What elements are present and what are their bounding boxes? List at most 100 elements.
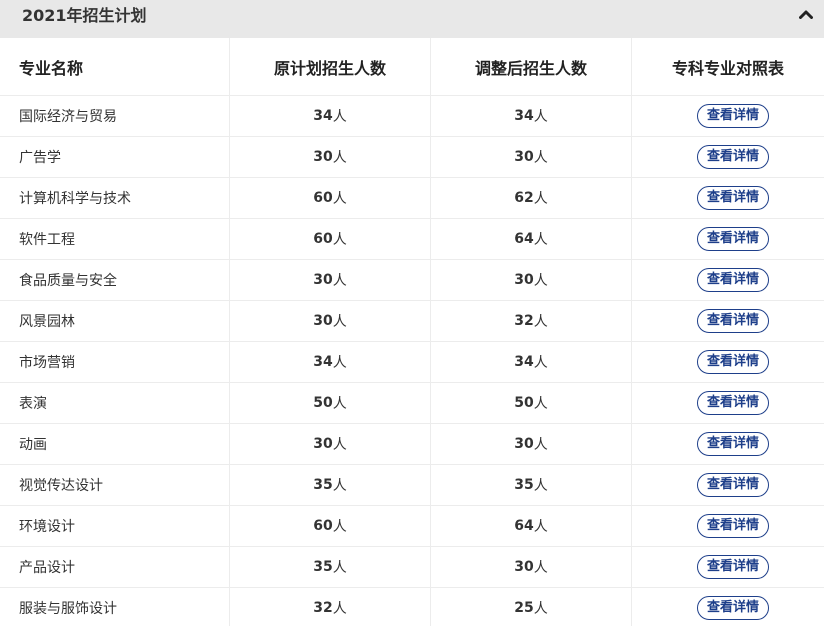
view-details-button[interactable]: 查看详情 <box>697 596 769 620</box>
adjusted-count: 34 人 <box>431 342 632 382</box>
table-row: 表演 50 人 50 人查看详情 <box>0 382 824 423</box>
adjusted-count-value: 30 <box>514 149 534 165</box>
adjusted-count-unit: 人 <box>533 519 548 535</box>
view-details-button[interactable]: 查看详情 <box>697 104 769 128</box>
adjusted-count-value: 34 <box>514 108 534 124</box>
adjusted-count-unit: 人 <box>533 191 548 207</box>
adjusted-count-value: 34 <box>514 354 534 370</box>
view-details-button[interactable]: 查看详情 <box>697 227 769 251</box>
table-row: 软件工程 60 人 64 人 查看详情 <box>0 218 824 259</box>
comparison-cell: 查看详情 <box>632 383 824 423</box>
view-details-button[interactable]: 查看详情 <box>697 186 769 210</box>
planned-count-unit: 人 <box>332 232 347 248</box>
view-details-button[interactable]: 查看详情 <box>697 391 769 415</box>
comparison-cell: 查看详情 <box>632 588 824 626</box>
comparison-cell: 查看详情 <box>632 96 824 136</box>
view-details-button[interactable]: 查看详情 <box>697 432 769 456</box>
adjusted-count-unit: 人 <box>533 601 548 617</box>
major-name-text: 软件工程 <box>19 232 75 248</box>
adjusted-count-value: 32 <box>514 313 534 329</box>
adjusted-count: 30 人 <box>431 424 632 464</box>
comparison-cell: 查看详情 <box>632 219 824 259</box>
major-name-text: 广告学 <box>19 150 61 166</box>
major-name-text: 市场营销 <box>19 355 75 371</box>
major-name-text: 表演 <box>19 396 47 412</box>
planned-count: 30 人 <box>230 137 431 177</box>
planned-count-value: 30 <box>313 272 333 288</box>
planned-count-value: 35 <box>313 559 333 575</box>
header-major: 专业名称 <box>0 38 230 95</box>
major-name-text: 国际经济与贸易 <box>19 109 117 125</box>
planned-count: 30 人 <box>230 424 431 464</box>
major-name: 视觉传达设计 <box>0 465 230 505</box>
table-row: 计算机科学与技术 60 人 62 人查看详情 <box>0 177 824 218</box>
view-details-button[interactable]: 查看详情 <box>697 309 769 333</box>
table-row: 服装与服饰设计 32 人 25 人查看详情 <box>0 587 824 626</box>
adjusted-count-value: 35 <box>514 477 534 493</box>
adjusted-count-value: 30 <box>514 272 534 288</box>
major-name: 软件工程 <box>0 219 230 259</box>
table-row: 国际经济与贸易 34 人 34 人查看详情 <box>0 95 824 136</box>
table-row: 环境设计 60 人 64 人 查看详情 <box>0 505 824 546</box>
comparison-cell: 查看详情 <box>632 424 824 464</box>
planned-count-value: 34 <box>313 354 333 370</box>
adjusted-count: 30 人 <box>431 260 632 300</box>
table-row: 食品质量与安全 30 人 30 人查看详情 <box>0 259 824 300</box>
view-details-button[interactable]: 查看详情 <box>697 555 769 579</box>
adjusted-count: 30 人 <box>431 137 632 177</box>
view-details-button[interactable]: 查看详情 <box>697 350 769 374</box>
adjusted-count-unit: 人 <box>533 437 548 453</box>
view-details-button[interactable]: 查看详情 <box>697 268 769 292</box>
adjusted-count: 32 人 <box>431 301 632 341</box>
major-name: 食品质量与安全 <box>0 260 230 300</box>
view-details-button[interactable]: 查看详情 <box>697 145 769 169</box>
planned-count-value: 60 <box>313 518 333 534</box>
planned-count-value: 34 <box>313 108 333 124</box>
planned-count-unit: 人 <box>332 273 347 289</box>
comparison-cell: 查看详情 <box>632 342 824 382</box>
comparison-cell: 查看详情 <box>632 547 824 587</box>
comparison-cell: 查看详情 <box>632 178 824 218</box>
planned-count-unit: 人 <box>332 150 347 166</box>
chevron-up-icon <box>799 10 813 19</box>
major-name: 产品设计 <box>0 547 230 587</box>
adjusted-count-value: 30 <box>514 436 534 452</box>
adjusted-count: 30 人 <box>431 547 632 587</box>
planned-count: 60 人 <box>230 219 431 259</box>
adjusted-count-value: 62 <box>514 190 534 206</box>
adjusted-count-unit: 人 <box>533 273 548 289</box>
table-header-row: 专业名称 原计划招生人数 调整后招生人数 专科专业对照表 <box>0 38 824 95</box>
adjusted-count-unit: 人 <box>533 478 548 494</box>
major-name: 环境设计 <box>0 506 230 546</box>
major-name-text: 动画 <box>19 437 47 453</box>
collapse-button[interactable] <box>796 0 816 28</box>
major-name: 国际经济与贸易 <box>0 96 230 136</box>
planned-count-unit: 人 <box>332 191 347 207</box>
adjusted-count-value: 64 <box>514 518 534 534</box>
major-name: 动画 <box>0 424 230 464</box>
major-name: 广告学 <box>0 137 230 177</box>
planned-count: 35 人 <box>230 465 431 505</box>
panel-title: 2021年招生计划 <box>22 6 147 25</box>
adjusted-count-value: 64 <box>514 231 534 247</box>
planned-count-unit: 人 <box>332 396 347 412</box>
header-planned: 原计划招生人数 <box>230 38 431 95</box>
planned-count-value: 30 <box>313 436 333 452</box>
adjusted-count-unit: 人 <box>533 355 548 371</box>
view-details-button[interactable]: 查看详情 <box>697 473 769 497</box>
table-row: 视觉传达设计 35 人 35 人查看详情 <box>0 464 824 505</box>
planned-count-unit: 人 <box>332 560 347 576</box>
planned-count-value: 30 <box>313 149 333 165</box>
planned-count-unit: 人 <box>332 109 347 125</box>
major-name-text: 环境设计 <box>19 519 75 535</box>
major-name: 服装与服饰设计 <box>0 588 230 626</box>
major-name: 风景园林 <box>0 301 230 341</box>
header-comparison: 专科专业对照表 <box>671 58 784 78</box>
header-adjusted: 调整后招生人数 <box>431 38 632 95</box>
adjusted-count: 62 人 <box>431 178 632 218</box>
adjusted-count-unit: 人 <box>533 109 548 125</box>
major-name: 表演 <box>0 383 230 423</box>
view-details-button[interactable]: 查看详情 <box>697 514 769 538</box>
planned-count: 60 人 <box>230 506 431 546</box>
enrollment-table: 专业名称 原计划招生人数 调整后招生人数 专科专业对照表 国际经济与贸易 34 人 3… <box>0 38 824 626</box>
